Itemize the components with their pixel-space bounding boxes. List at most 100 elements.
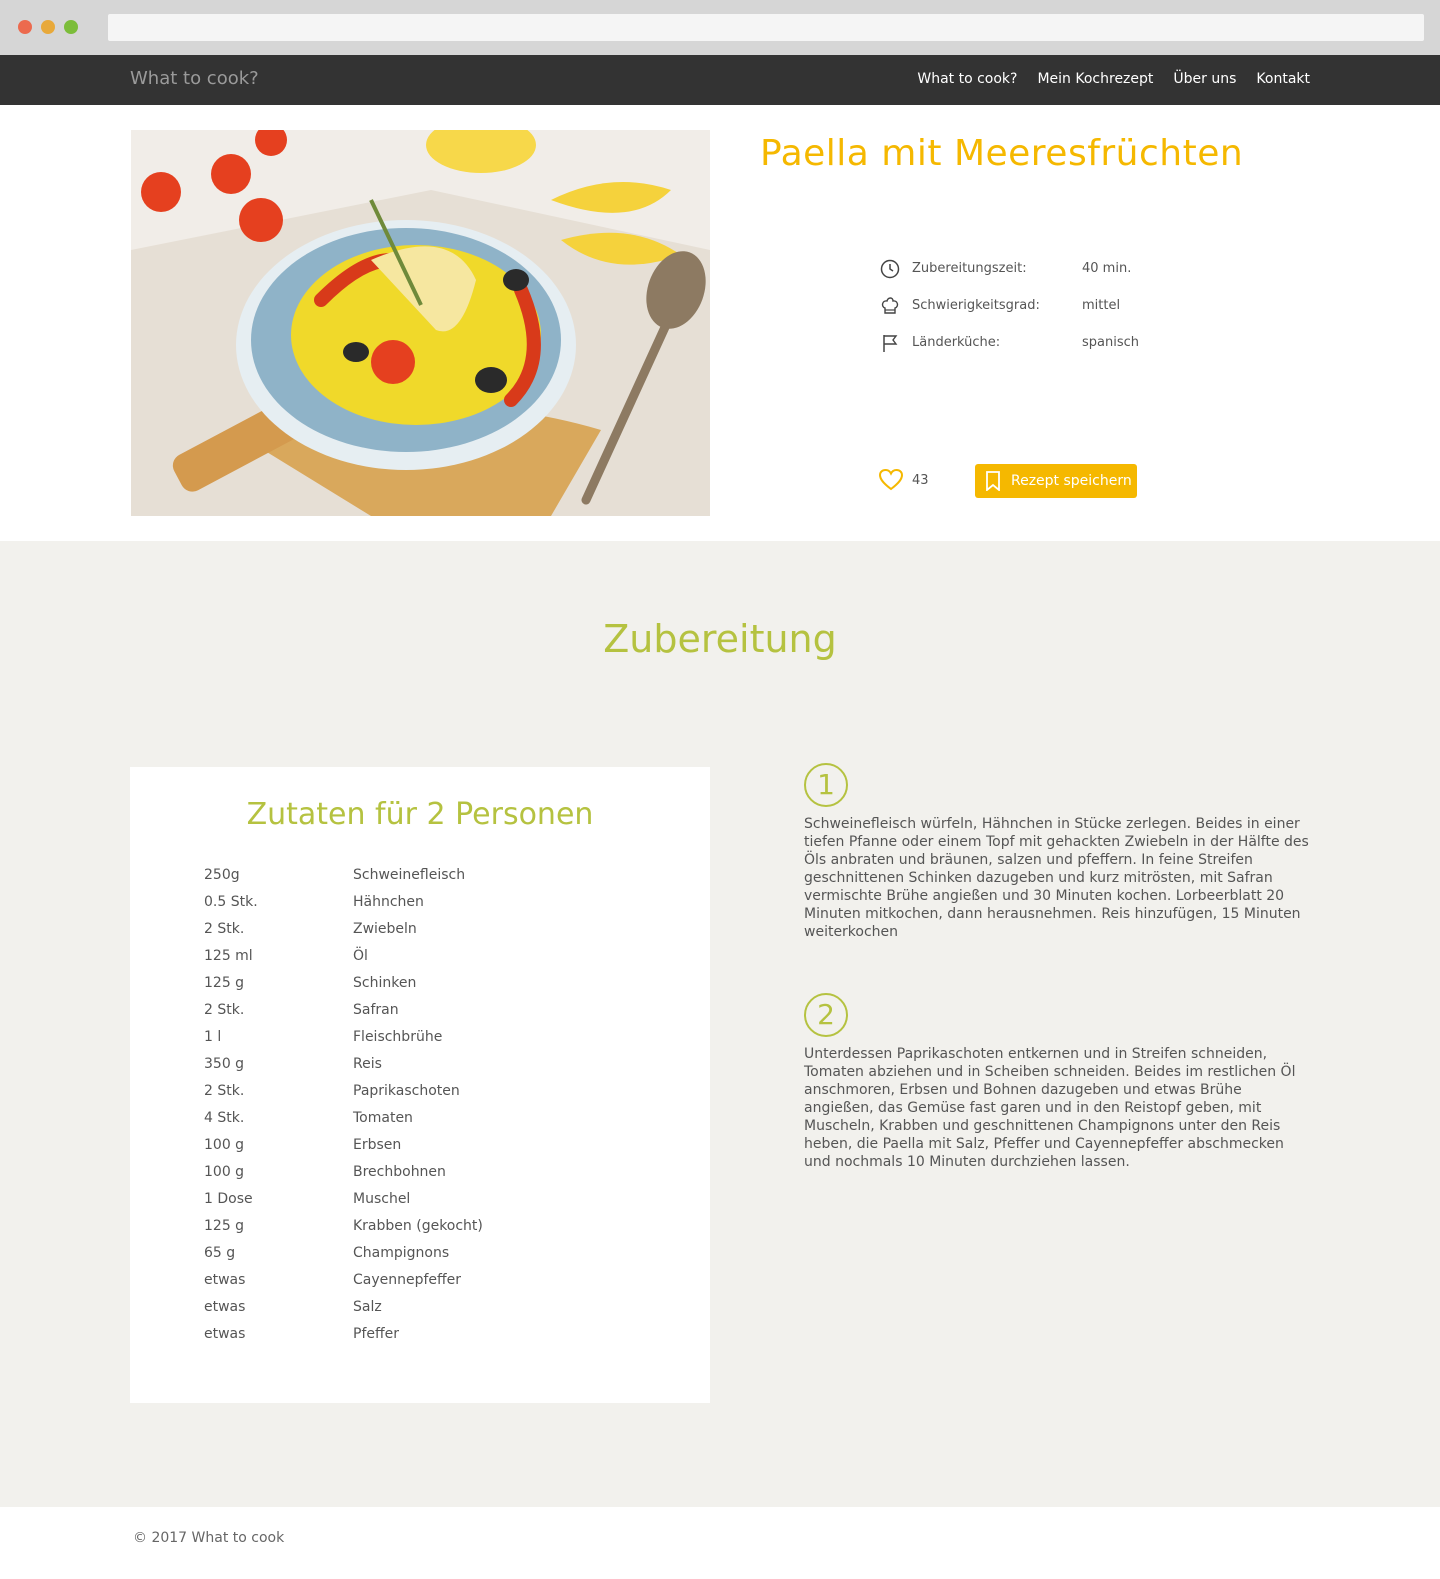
- ingredient-row: 250g Schweinefleisch: [204, 861, 653, 888]
- preparation-section: Zubereitung Zutaten für 2 Personen 250g S…: [0, 541, 1440, 1507]
- footer-copyright: © 2017 What to cook: [133, 1530, 285, 1546]
- clock-icon: [878, 257, 902, 281]
- ingredient-row: 350 g Reis: [204, 1050, 653, 1077]
- ingredient-name: Zwiebeln: [353, 920, 417, 937]
- paella-illustration: [131, 130, 710, 516]
- info-row-cuisine: Länderküche: spanisch: [878, 324, 1238, 361]
- ingredient-quantity: 250g: [204, 866, 240, 883]
- address-bar[interactable]: [108, 14, 1424, 41]
- ingredient-row: 4 Stk. Tomaten: [204, 1104, 653, 1131]
- bookmark-icon: [986, 471, 1000, 491]
- ingredient-quantity: etwas: [204, 1298, 246, 1315]
- ingredient-row: 125 g Krabben (gekocht): [204, 1212, 653, 1239]
- minimize-window-button[interactable]: [41, 20, 55, 34]
- ingredient-name: Paprikaschoten: [353, 1082, 460, 1099]
- ingredient-row: 2 Stk. Paprikaschoten: [204, 1077, 653, 1104]
- ingredient-row: 1 Dose Muschel: [204, 1185, 653, 1212]
- ingredient-quantity: 125 ml: [204, 947, 253, 964]
- ingredient-quantity: 100 g: [204, 1163, 245, 1180]
- info-row-time: Zubereitungszeit: 40 min.: [878, 250, 1238, 287]
- ingredients-title: Zutaten für 2 Personen: [246, 797, 594, 832]
- footer: © 2017 What to cook: [0, 1507, 1440, 1579]
- heart-icon[interactable]: [878, 468, 904, 492]
- top-navbar: What to cook? What to cook? Mein Kochrez…: [0, 55, 1440, 105]
- ingredient-name: Pfeffer: [353, 1325, 399, 1342]
- ingredient-name: Schinken: [353, 974, 417, 991]
- ingredient-row: 65 g Champignons: [204, 1239, 653, 1266]
- ingredient-row: 100 g Erbsen: [204, 1131, 653, 1158]
- save-recipe-button[interactable]: Rezept speichern: [975, 464, 1137, 498]
- ingredient-quantity: etwas: [204, 1325, 246, 1342]
- ingredient-quantity: 125 g: [204, 1217, 245, 1234]
- ingredient-name: Champignons: [353, 1244, 450, 1261]
- ingredient-quantity: 4 Stk.: [204, 1109, 245, 1126]
- ingredient-name: Hähnchen: [353, 893, 424, 910]
- ingredient-row: 2 Stk. Safran: [204, 996, 653, 1023]
- info-label: Schwierigkeitsgrad:: [912, 298, 1040, 313]
- ingredient-name: Erbsen: [353, 1136, 402, 1153]
- step-text: Schweinefleisch würfeln, Hähnchen in Stü…: [804, 816, 1309, 940]
- ingredients-list: 250g Schweinefleisch 0.5 Stk. Hähnchen 2 Stk…: [204, 861, 653, 1347]
- step-1: 1 Schweinefleisch würfeln, Hähnchen in S…: [804, 763, 1312, 941]
- ingredient-row: 125 g Schinken: [204, 969, 653, 996]
- ingredient-row: 2 Stk. Zwiebeln: [204, 915, 653, 942]
- ingredient-quantity: 1 l: [204, 1028, 222, 1045]
- ingredient-quantity: 350 g: [204, 1055, 245, 1072]
- preparation-title: Zubereitung: [603, 617, 837, 661]
- ingredient-row: etwas Salz: [204, 1293, 653, 1320]
- step-2: 2 Unterdessen Paprikaschoten entkernen u…: [804, 993, 1312, 1171]
- ingredient-row: etwas Pfeffer: [204, 1320, 653, 1347]
- likes-counter[interactable]: 43: [878, 468, 929, 492]
- info-value: 40 min.: [1082, 261, 1132, 276]
- nav-link-what-to-cook[interactable]: What to cook?: [917, 71, 1017, 87]
- close-window-button[interactable]: [18, 20, 32, 34]
- likes-count: 43: [912, 472, 929, 488]
- ingredient-row: 125 ml Öl: [204, 942, 653, 969]
- ingredient-name: Reis: [353, 1055, 382, 1072]
- maximize-window-button[interactable]: [64, 20, 78, 34]
- info-row-difficulty: Schwierigkeitsgrad: mittel: [878, 287, 1238, 324]
- step-number: 1: [804, 763, 848, 807]
- nav-link-ueber-uns[interactable]: Über uns: [1173, 71, 1236, 87]
- ingredient-quantity: 2 Stk.: [204, 1001, 245, 1018]
- ingredient-quantity: 125 g: [204, 974, 245, 991]
- ingredient-quantity: 0.5 Stk.: [204, 893, 258, 910]
- ingredient-quantity: 1 Dose: [204, 1190, 253, 1207]
- chef-hat-icon: [878, 294, 902, 318]
- recipe-info: Zubereitungszeit: 40 min. Schwierigkeits…: [878, 250, 1238, 361]
- flag-icon: [878, 331, 902, 355]
- ingredient-row: 100 g Brechbohnen: [204, 1158, 653, 1185]
- ingredient-name: Öl: [353, 947, 368, 964]
- ingredient-name: Fleischbrühe: [353, 1028, 443, 1045]
- ingredient-name: Tomaten: [353, 1109, 413, 1126]
- main-nav: What to cook? Mein Kochrezept Über uns K…: [917, 71, 1310, 87]
- ingredient-quantity: 65 g: [204, 1244, 236, 1261]
- info-label: Zubereitungszeit:: [912, 261, 1027, 276]
- ingredient-name: Schweinefleisch: [353, 866, 466, 883]
- ingredient-name: Cayennepfeffer: [353, 1271, 462, 1288]
- ingredient-quantity: etwas: [204, 1271, 246, 1288]
- ingredient-name: Brechbohnen: [353, 1163, 446, 1180]
- ingredient-name: Krabben (gekocht): [353, 1217, 483, 1234]
- nav-link-mein-kochrezept[interactable]: Mein Kochrezept: [1037, 71, 1153, 87]
- info-value: spanisch: [1082, 335, 1140, 350]
- ingredient-quantity: 2 Stk.: [204, 920, 245, 937]
- step-number: 2: [804, 993, 848, 1037]
- ingredients-card: Zutaten für 2 Personen 250g Schweinefleis…: [130, 767, 710, 1403]
- ingredient-row: 0.5 Stk. Hähnchen: [204, 888, 653, 915]
- recipe-image: [131, 130, 710, 516]
- ingredient-row: etwas Cayennepfeffer: [204, 1266, 653, 1293]
- save-recipe-label: Rezept speichern: [1011, 473, 1132, 489]
- site-brand[interactable]: What to cook?: [130, 68, 259, 89]
- ingredient-row: 1 l Fleischbrühe: [204, 1023, 653, 1050]
- ingredient-quantity: 100 g: [204, 1136, 245, 1153]
- ingredient-name: Salz: [353, 1298, 382, 1315]
- info-label: Länderküche:: [912, 335, 1001, 350]
- ingredient-name: Muschel: [353, 1190, 411, 1207]
- ingredient-quantity: 2 Stk.: [204, 1082, 245, 1099]
- nav-link-kontakt[interactable]: Kontakt: [1256, 71, 1310, 87]
- step-text: Unterdessen Paprikaschoten entkernen und…: [804, 1046, 1296, 1170]
- info-value: mittel: [1082, 298, 1121, 313]
- recipe-title: Paella mit Meeresfrüchten: [760, 133, 1244, 174]
- browser-chrome: [0, 0, 1440, 55]
